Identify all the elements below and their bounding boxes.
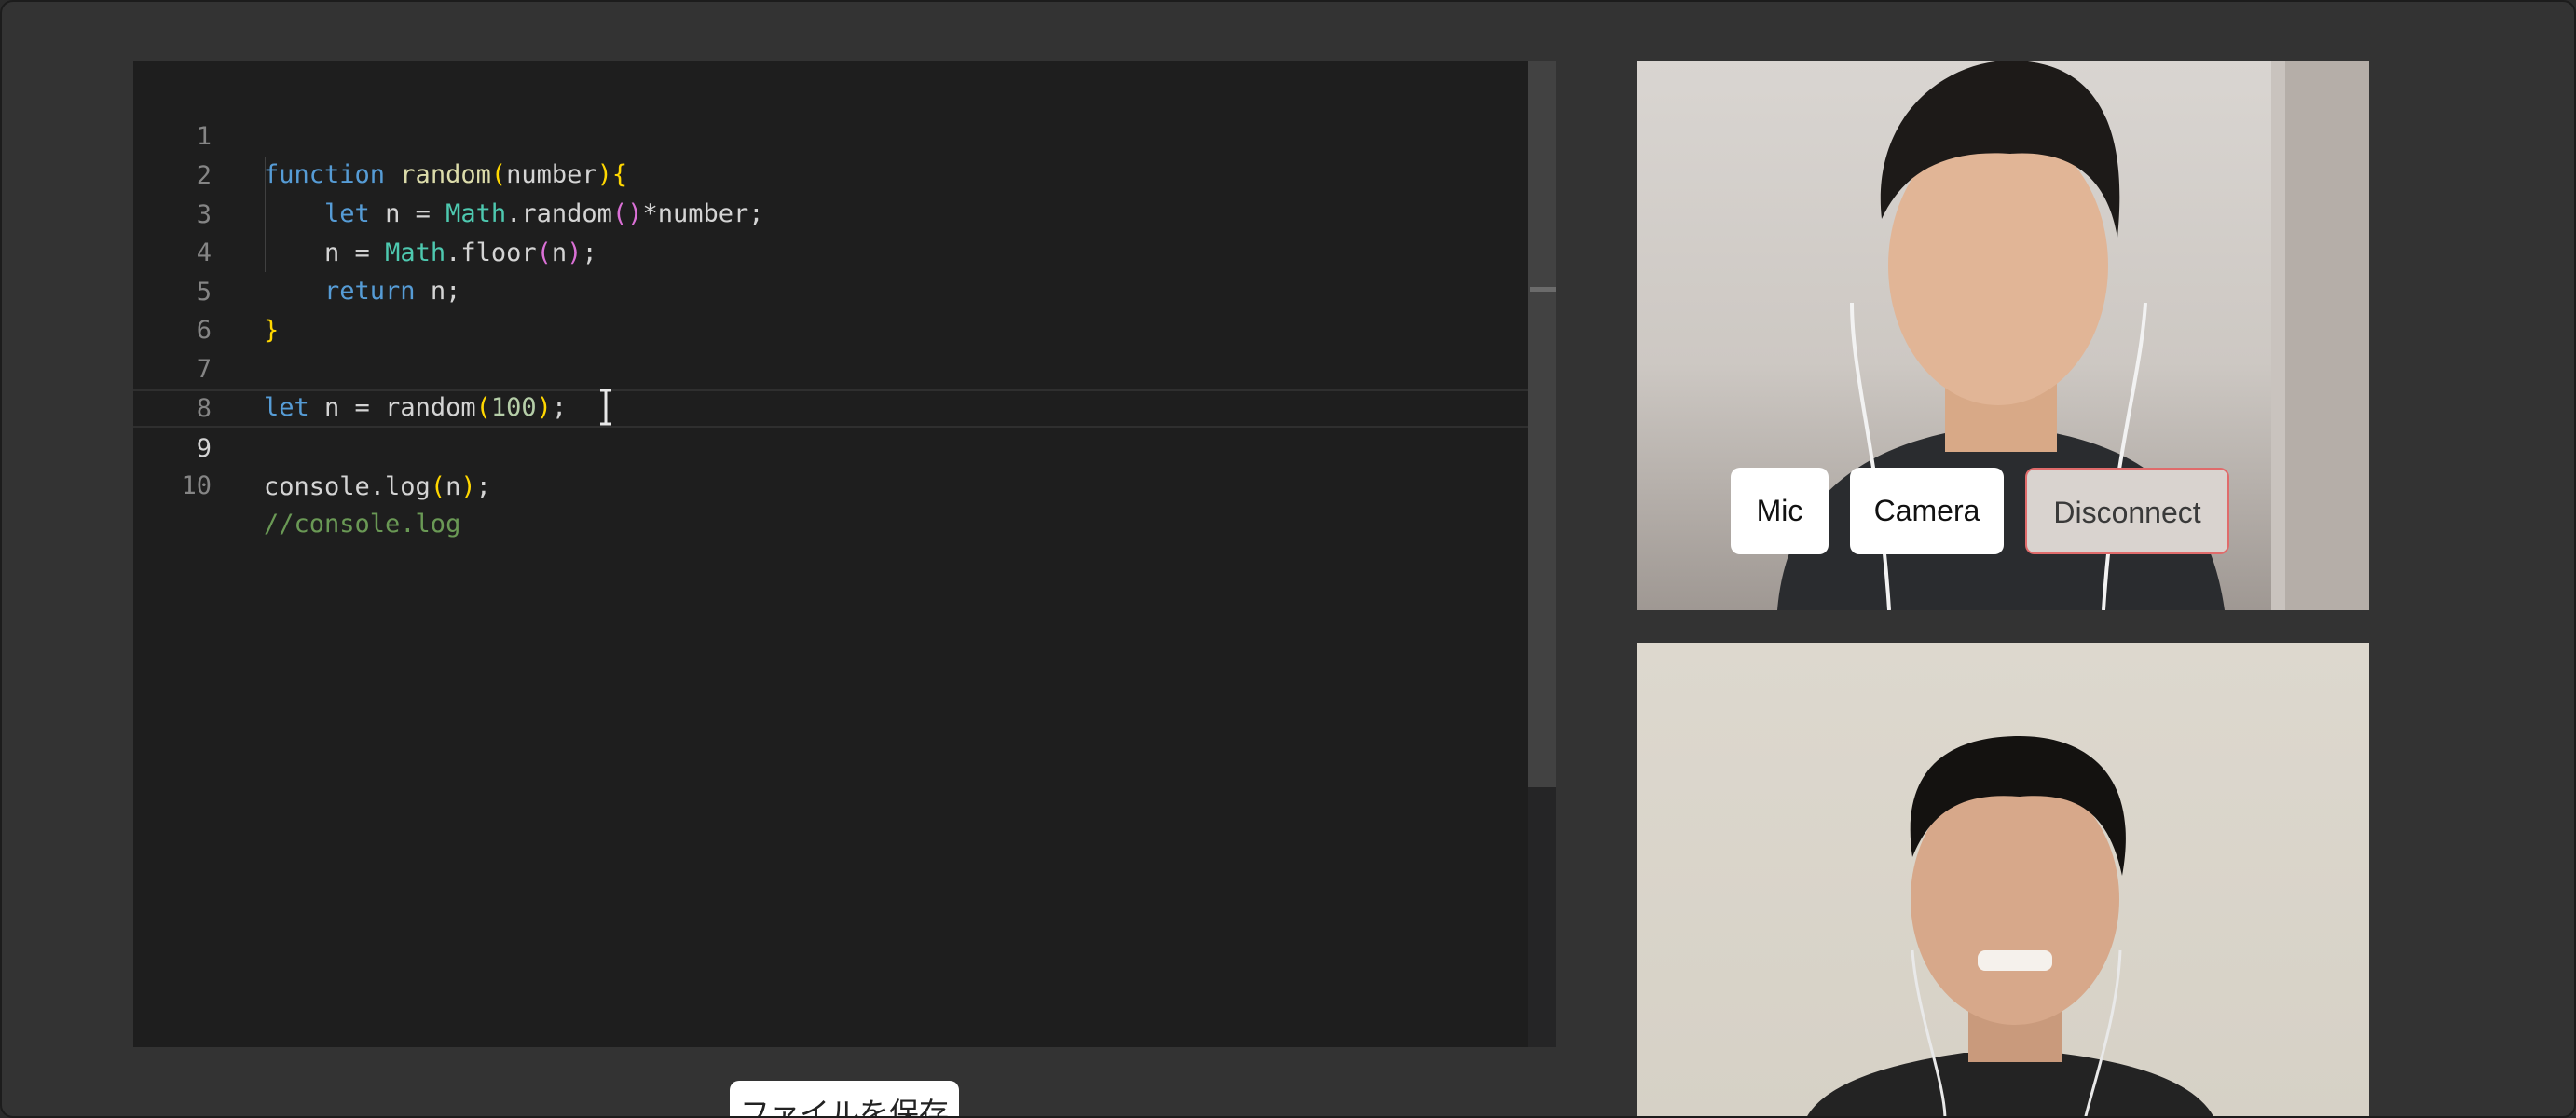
line-code[interactable]: console.log(n);: [264, 468, 491, 506]
text-cursor-icon: [600, 389, 611, 426]
cursor-position-marker: [1530, 287, 1556, 292]
code-line[interactable]: 5 }: [133, 235, 1528, 345]
code-line[interactable]: 3 n = Math.floor(n);: [133, 157, 1528, 267]
code-editor[interactable]: 1 function random(number){ 2 let n = Mat…: [133, 61, 1556, 1047]
line-number: 10: [181, 471, 212, 500]
app-window: 1 function random(number){ 2 let n = Mat…: [0, 0, 2576, 1118]
disconnect-button[interactable]: Disconnect: [2025, 468, 2229, 554]
editor-scrollbar[interactable]: [1528, 61, 1556, 1047]
code-line[interactable]: 8: [133, 351, 1528, 423]
mic-button[interactable]: Mic: [1731, 468, 1829, 554]
camera-button[interactable]: Camera: [1850, 468, 2004, 554]
code-line[interactable]: 4 return n;: [133, 196, 1528, 306]
code-lines[interactable]: 1 function random(number){ 2 let n = Mat…: [133, 61, 1528, 1047]
scrollbar-thumb[interactable]: [1528, 61, 1556, 787]
video-tile-local: [1637, 643, 2369, 1116]
code-line[interactable]: 7 let n = random(100);: [133, 312, 1528, 422]
participant-video-image: [1807, 736, 2213, 1116]
code-line[interactable]: 2 let n = Math.random()*number;: [133, 118, 1528, 228]
line-code[interactable]: //console.log: [264, 505, 460, 543]
code-line-current[interactable]: 9 console.log(n);: [133, 389, 1528, 501]
code-line[interactable]: 1 function random(number){: [133, 79, 1528, 189]
code-line[interactable]: 10 //console.log: [133, 429, 1528, 539]
code-line[interactable]: 6: [133, 273, 1528, 345]
video-tile-remote: Mic Camera Disconnect: [1637, 61, 2369, 610]
save-file-button[interactable]: ファイルを保存: [730, 1081, 959, 1116]
